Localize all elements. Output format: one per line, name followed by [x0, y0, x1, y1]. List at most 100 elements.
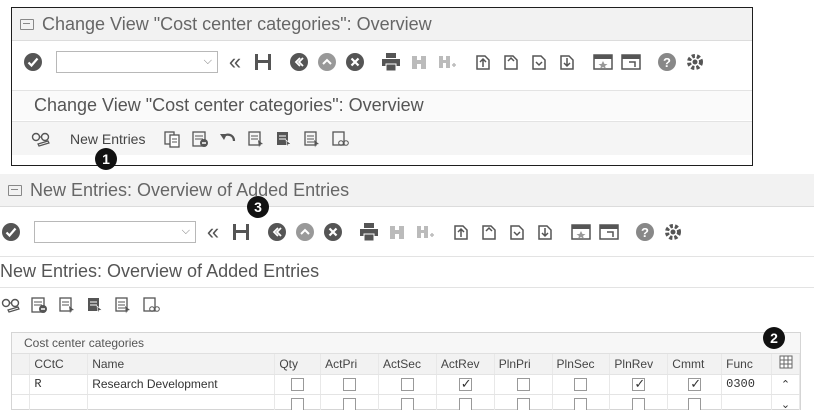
- last-page-icon[interactable]: [534, 221, 556, 243]
- scroll-down-icon[interactable]: ⌄: [771, 394, 800, 410]
- table-title: Cost center categories: [12, 333, 800, 354]
- delete-icon[interactable]: [189, 128, 211, 150]
- checkbox-actrev[interactable]: [458, 376, 472, 392]
- window-title-bar: New Entries: Overview of Added Entries: [0, 174, 814, 207]
- back-icon[interactable]: [266, 221, 288, 243]
- delete-icon[interactable]: [28, 294, 50, 316]
- shortcut-icon[interactable]: [620, 51, 642, 73]
- select-block-icon[interactable]: [273, 128, 295, 150]
- checkbox-actpri[interactable]: [343, 378, 357, 392]
- checkbox-qty[interactable]: [291, 378, 305, 392]
- checkbox-plnrev[interactable]: [632, 376, 646, 392]
- standard-toolbar: ⌵ « ?: [0, 212, 814, 252]
- select-all-icon[interactable]: [56, 294, 78, 316]
- cell-func[interactable]: 0300: [721, 374, 772, 395]
- column-header-plnsec[interactable]: PlnSec: [552, 354, 611, 375]
- chevron-down-icon[interactable]: ⌵: [204, 55, 212, 68]
- column-header-plnpri[interactable]: PlnPri: [494, 354, 553, 375]
- deselect-all-icon[interactable]: [112, 294, 134, 316]
- checkbox-actpri[interactable]: [343, 398, 357, 410]
- cancel-icon[interactable]: [344, 51, 366, 73]
- chevron-down-icon[interactable]: ⌵: [182, 225, 190, 238]
- gear-icon[interactable]: [662, 221, 684, 243]
- cell-func[interactable]: [721, 394, 772, 410]
- checkbox-plnsec[interactable]: [574, 398, 588, 410]
- print-field-list-icon[interactable]: [140, 294, 162, 316]
- svg-text:?: ?: [663, 55, 671, 70]
- first-page-icon[interactable]: [450, 221, 472, 243]
- column-header-actrev[interactable]: ActRev: [436, 354, 495, 375]
- row-selector[interactable]: [12, 374, 31, 395]
- column-header-cctc[interactable]: CCtC: [29, 354, 89, 375]
- row-selector-header[interactable]: [12, 354, 31, 375]
- double-chevron-left-icon[interactable]: «: [224, 49, 246, 74]
- back-icon[interactable]: [288, 51, 310, 73]
- checkbox-cmmt[interactable]: [688, 376, 702, 392]
- command-field[interactable]: ⌵: [56, 51, 218, 73]
- double-chevron-left-icon[interactable]: «: [202, 219, 224, 244]
- help-icon[interactable]: ?: [656, 51, 678, 73]
- gear-icon[interactable]: [684, 51, 706, 73]
- column-header-name[interactable]: Name: [87, 354, 276, 375]
- enter-checkmark-icon[interactable]: [22, 51, 44, 73]
- scroll-up-icon[interactable]: ⌃: [771, 374, 800, 395]
- next-page-icon[interactable]: [528, 51, 550, 73]
- column-header-actpri[interactable]: ActPri: [320, 354, 379, 375]
- table-settings-icon[interactable]: [771, 354, 800, 375]
- undo-icon[interactable]: [217, 128, 239, 150]
- find-icon[interactable]: [408, 51, 430, 73]
- command-field[interactable]: ⌵: [34, 221, 196, 243]
- checkbox-plnpri[interactable]: [516, 378, 530, 392]
- enter-checkmark-icon[interactable]: [0, 221, 22, 243]
- checkbox-actsec[interactable]: [400, 398, 414, 410]
- display-change-glasses-icon[interactable]: [0, 294, 22, 316]
- row-selector[interactable]: [12, 394, 31, 410]
- checkbox-actrev[interactable]: [458, 398, 472, 410]
- table-row[interactable]: R Research Development 0300 ⌃: [12, 374, 800, 395]
- checkbox-qty[interactable]: [291, 398, 305, 410]
- column-header-func[interactable]: Func: [721, 354, 772, 375]
- deselect-all-icon[interactable]: [301, 128, 323, 150]
- column-header-qty[interactable]: Qty: [274, 354, 322, 375]
- copy-as-icon[interactable]: [161, 128, 183, 150]
- cell-name[interactable]: Research Development: [87, 374, 276, 395]
- cell-cctc[interactable]: [29, 394, 89, 410]
- select-all-icon[interactable]: [245, 128, 267, 150]
- cell-name[interactable]: [87, 394, 276, 410]
- column-header-plnrev[interactable]: PlnRev: [609, 354, 669, 375]
- create-session-icon[interactable]: [570, 221, 592, 243]
- find-icon[interactable]: [386, 221, 408, 243]
- checkbox-actsec[interactable]: [400, 378, 414, 392]
- table-row[interactable]: ⌄: [12, 394, 800, 410]
- exit-icon[interactable]: [316, 51, 338, 73]
- print-field-list-icon[interactable]: [329, 128, 351, 150]
- save-icon[interactable]: [230, 221, 252, 243]
- shortcut-icon[interactable]: [598, 221, 620, 243]
- previous-page-icon[interactable]: [500, 51, 522, 73]
- window-title: New Entries: Overview of Added Entries: [30, 179, 350, 200]
- column-header-cmmt[interactable]: Cmmt: [667, 354, 723, 375]
- print-icon[interactable]: [380, 51, 402, 73]
- new-entries-button[interactable]: New Entries: [70, 131, 145, 147]
- display-change-glasses-icon[interactable]: [30, 128, 52, 150]
- print-icon[interactable]: [358, 221, 380, 243]
- cell-cctc[interactable]: R: [29, 374, 89, 395]
- previous-page-icon[interactable]: [478, 221, 500, 243]
- checkbox-plnsec[interactable]: [574, 378, 588, 392]
- cancel-icon[interactable]: [322, 221, 344, 243]
- first-page-icon[interactable]: [472, 51, 494, 73]
- find-next-icon[interactable]: [414, 221, 436, 243]
- checkbox-plnpri[interactable]: [516, 398, 530, 410]
- checkbox-cmmt[interactable]: [688, 398, 702, 410]
- exit-icon[interactable]: [294, 221, 316, 243]
- save-icon[interactable]: [252, 51, 274, 73]
- help-icon[interactable]: ?: [634, 221, 656, 243]
- callout-3-badge: 3: [247, 196, 269, 218]
- next-page-icon[interactable]: [506, 221, 528, 243]
- select-block-icon[interactable]: [84, 294, 106, 316]
- last-page-icon[interactable]: [556, 51, 578, 73]
- create-session-icon[interactable]: [592, 51, 614, 73]
- find-next-icon[interactable]: [436, 51, 458, 73]
- column-header-actsec[interactable]: ActSec: [378, 354, 437, 375]
- checkbox-plnrev[interactable]: [632, 398, 646, 410]
